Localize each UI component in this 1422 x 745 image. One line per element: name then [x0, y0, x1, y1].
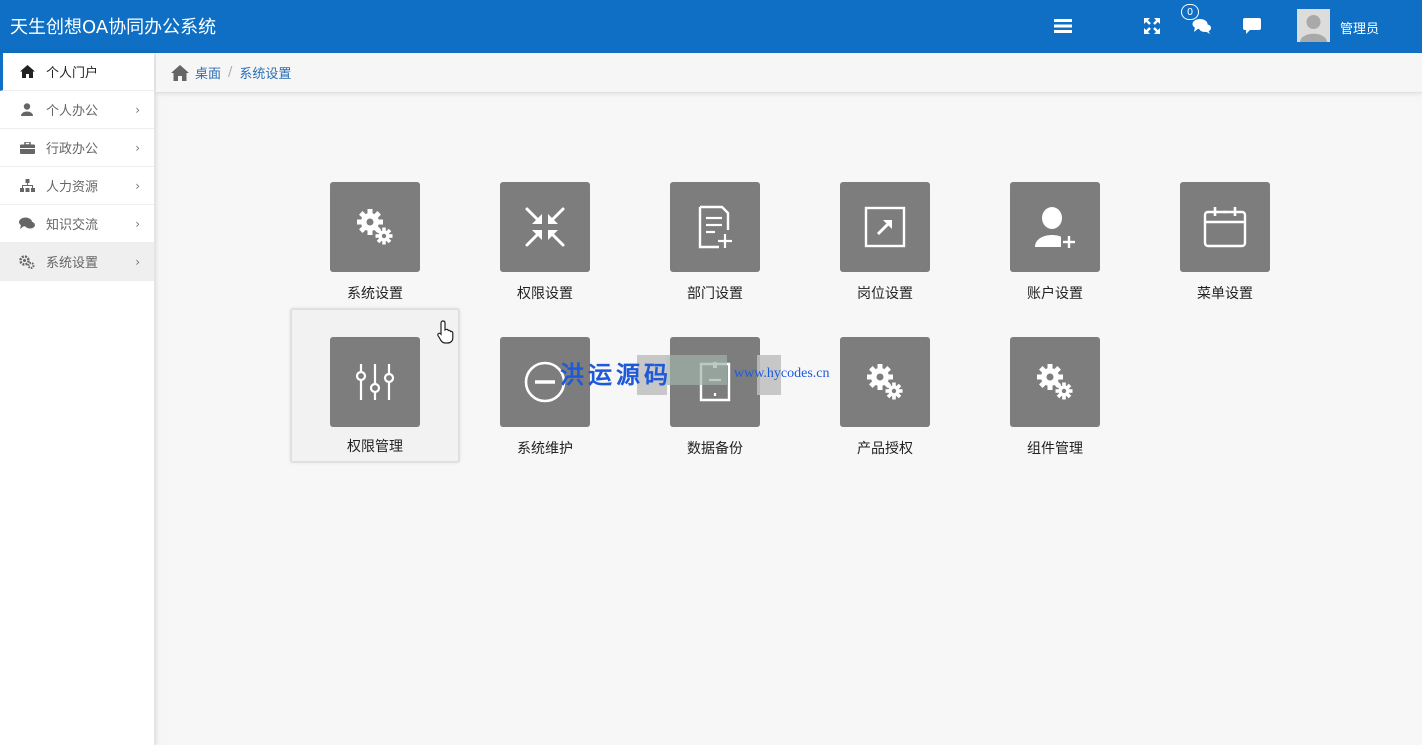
tile-permission-management[interactable]: 权限管理 — [290, 308, 460, 463]
home-icon — [171, 64, 189, 81]
document-add-icon — [670, 182, 760, 272]
chevron-right-icon: › — [135, 217, 140, 231]
watermark: 洪运源码 www.hycodes.cn — [558, 355, 868, 395]
avatar[interactable] — [1297, 9, 1330, 42]
chevron-right-icon: › — [135, 179, 140, 193]
sidebar-item-personal-office[interactable]: 个人办公 › — [0, 91, 154, 129]
comment-icon[interactable] — [1241, 15, 1263, 37]
chat-icon[interactable] — [1191, 15, 1213, 37]
tile-label: 组件管理 — [1027, 441, 1083, 457]
chevron-right-icon: › — [135, 141, 140, 155]
sidebar-item-hr[interactable]: 人力资源 › — [0, 167, 154, 205]
tile-component-management[interactable]: 组件管理 — [970, 337, 1140, 492]
tile-position-settings[interactable]: 岗位设置 — [800, 182, 970, 337]
org-chart-icon — [19, 178, 35, 194]
external-link-icon — [840, 182, 930, 272]
menu-icon[interactable] — [1052, 15, 1074, 37]
comments-icon — [19, 216, 35, 232]
sidebar: 个人门户 个人办公 › 行政办公 › 人力资源 › 知识交流 › 系统设置 › — [0, 53, 155, 745]
sidebar-item-knowledge[interactable]: 知识交流 › — [0, 205, 154, 243]
calendar-icon — [1180, 182, 1270, 272]
tile-label: 菜单设置 — [1197, 286, 1253, 302]
breadcrumb: 桌面 / 系统设置 — [156, 53, 1422, 93]
top-navbar: 天生创想OA协同办公系统 0 管理员 — [0, 0, 1422, 53]
user-icon — [19, 102, 35, 118]
tile-label: 部门设置 — [687, 286, 743, 302]
chevron-right-icon: › — [135, 255, 140, 269]
sliders-icon — [330, 337, 420, 427]
tile-label: 系统维护 — [517, 441, 573, 457]
tile-label: 岗位设置 — [857, 286, 913, 302]
tile-department-settings[interactable]: 部门设置 — [630, 182, 800, 337]
tile-label: 账户设置 — [1027, 286, 1083, 302]
tile-account-settings[interactable]: 账户设置 — [970, 182, 1140, 337]
watermark-url: www.hycodes.cn — [734, 366, 830, 381]
username-label[interactable]: 管理员 — [1340, 18, 1379, 37]
sidebar-item-label: 个人办公 — [46, 104, 99, 119]
tile-label: 产品授权 — [857, 441, 913, 457]
watermark-text: 洪运源码 — [560, 360, 672, 389]
sidebar-item-label: 行政办公 — [46, 142, 99, 157]
tile-label: 系统设置 — [347, 286, 403, 302]
tile-permission-settings[interactable]: 权限设置 — [460, 182, 630, 337]
sidebar-item-admin-office[interactable]: 行政办公 › — [0, 129, 154, 167]
chevron-right-icon: › — [135, 103, 140, 117]
app-title: 天生创想OA协同办公系统 — [10, 17, 217, 38]
hand-cursor-icon — [437, 320, 454, 344]
gears-icon — [1010, 337, 1100, 427]
gears-icon — [330, 182, 420, 272]
sidebar-item-label: 系统设置 — [46, 256, 99, 271]
user-add-icon — [1010, 182, 1100, 272]
fullscreen-icon[interactable] — [1141, 15, 1163, 37]
compress-icon — [500, 182, 590, 272]
sidebar-item-label: 个人门户 — [46, 66, 99, 81]
breadcrumb-current[interactable]: 系统设置 — [239, 63, 291, 82]
breadcrumb-separator: / — [228, 65, 233, 80]
tile-menu-settings[interactable]: 菜单设置 — [1140, 182, 1310, 337]
tile-label: 数据备份 — [687, 441, 743, 457]
sidebar-item-label: 知识交流 — [46, 218, 99, 233]
sidebar-item-system-settings[interactable]: 系统设置 › — [0, 243, 154, 281]
tile-label: 权限管理 — [347, 439, 403, 455]
briefcase-icon — [19, 140, 35, 156]
tile-label: 权限设置 — [517, 286, 573, 302]
home-icon — [19, 64, 35, 80]
sidebar-item-label: 人力资源 — [46, 180, 99, 195]
gears-icon — [19, 254, 35, 270]
sidebar-item-portal[interactable]: 个人门户 — [0, 53, 154, 91]
breadcrumb-home-link[interactable]: 桌面 — [195, 63, 221, 82]
